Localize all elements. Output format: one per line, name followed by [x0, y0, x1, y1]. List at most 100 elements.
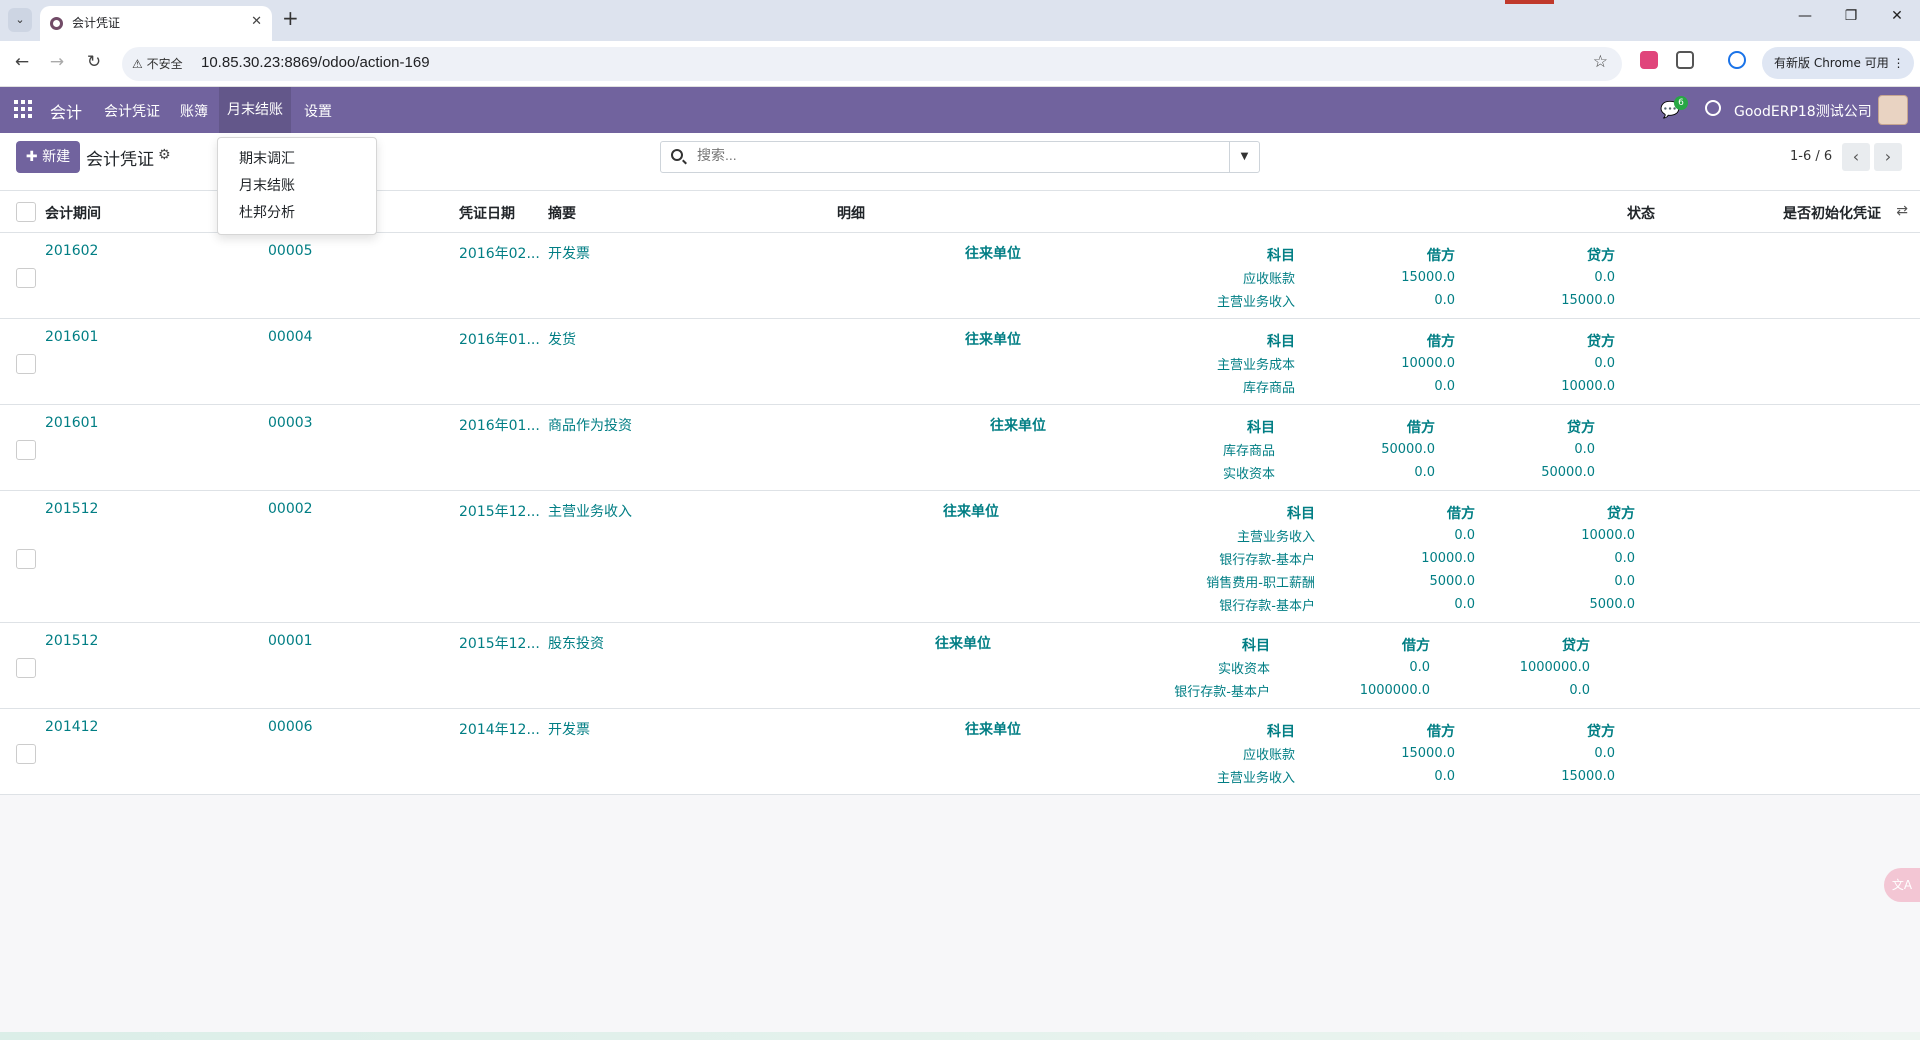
row-checkbox[interactable] [16, 268, 36, 288]
pager-next-icon[interactable]: › [1874, 143, 1902, 171]
summary-cell[interactable]: 股东投资 [548, 633, 604, 653]
detail-line: 主营业务收入 0.0 15000.0 [1135, 289, 1615, 312]
summary-cell[interactable]: 开发票 [548, 243, 590, 263]
window-close-icon[interactable]: ✕ [1882, 8, 1912, 24]
bookmark-star-icon[interactable]: ☆ [1593, 52, 1608, 72]
extension-icon[interactable] [1640, 51, 1658, 69]
extensions-puzzle-icon[interactable] [1676, 51, 1694, 69]
voucher-number-cell[interactable]: 00003 [268, 415, 313, 431]
column-summary[interactable]: 摘要 [548, 203, 576, 223]
line-credit: 5000.0 [1589, 597, 1636, 612]
table-row[interactable]: 201412 00006 2014年12... 开发票 往来单位 科目 借方 贷方 应收账款 15… [0, 709, 1920, 795]
table-row[interactable]: 201602 00005 2016年02... 开发票 往来单位 科目 借方 贷方 应收账款 15… [0, 233, 1920, 319]
translate-icon[interactable]: 文A [1884, 868, 1920, 902]
period-cell[interactable]: 201412 [45, 719, 98, 735]
detail-header-account: 科目 [1287, 505, 1315, 522]
date-cell[interactable]: 2014年12... [459, 719, 540, 739]
period-cell[interactable]: 201601 [45, 415, 98, 431]
detail-line: 实收资本 0.0 1000000.0 [1110, 656, 1590, 679]
summary-cell[interactable]: 发货 [548, 329, 576, 349]
line-account: 银行存款-基本户 [1219, 599, 1315, 614]
select-all-checkbox[interactable] [16, 202, 36, 222]
profile-icon[interactable] [1728, 51, 1746, 69]
column-is-init[interactable]: 是否初始化凭证 [1783, 203, 1881, 223]
row-checkbox[interactable] [16, 354, 36, 374]
menu-month-end[interactable]: 月末结账 [219, 87, 291, 133]
column-detail[interactable]: 明细 [837, 203, 865, 223]
forward-icon[interactable]: → [45, 52, 69, 72]
line-account: 库存商品 [1242, 381, 1295, 396]
summary-cell[interactable]: 开发票 [548, 719, 590, 739]
column-state[interactable]: 状态 [1627, 203, 1655, 223]
search-options-toggle[interactable]: ▼ [1229, 142, 1259, 172]
line-account: 应收账款 [1242, 748, 1295, 763]
line-debit: 0.0 [1454, 597, 1475, 612]
voucher-number-cell[interactable]: 00001 [268, 633, 313, 649]
back-icon[interactable]: ← [10, 52, 34, 72]
app-name[interactable]: 会计 [50, 99, 82, 123]
row-checkbox[interactable] [16, 658, 36, 678]
table-row[interactable]: 201601 00003 2016年01... 商品作为投资 往来单位 科目 借方 贷方 库存商… [0, 405, 1920, 491]
detail-line: 应收账款 15000.0 0.0 [1135, 266, 1615, 289]
reload-icon[interactable]: ↻ [82, 52, 106, 72]
detail-header-account: 科目 [1267, 247, 1295, 264]
date-cell[interactable]: 2016年02... [459, 243, 540, 263]
period-cell[interactable]: 201602 [45, 243, 98, 259]
summary-cell[interactable]: 主营业务收入 [548, 501, 632, 521]
summary-cell[interactable]: 商品作为投资 [548, 415, 632, 435]
company-switcher[interactable]: GoodERP18测试公司 [1734, 101, 1872, 121]
pager-prev-icon[interactable]: ‹ [1842, 143, 1870, 171]
date-cell[interactable]: 2015年12... [459, 633, 540, 653]
voucher-number-cell[interactable]: 00002 [268, 501, 313, 517]
partner-label: 往来单位 [965, 722, 1021, 738]
address-bar[interactable]: ⚠ 不安全 10.85.30.23:8869/odoo/action-169 ☆ [122, 47, 1622, 81]
search-input[interactable] [697, 147, 1197, 163]
date-cell[interactable]: 2016年01... [459, 329, 540, 349]
menu-vouchers[interactable]: 会计凭证 [104, 101, 160, 121]
apps-menu-icon[interactable] [14, 100, 32, 118]
minimize-icon[interactable]: — [1790, 8, 1820, 24]
menu-settings[interactable]: 设置 [304, 101, 332, 121]
url-text[interactable]: 10.85.30.23:8869/odoo/action-169 [201, 54, 430, 71]
user-avatar[interactable] [1878, 95, 1908, 125]
column-period[interactable]: 会计期间 [45, 203, 101, 223]
update-label: 有新版 Chrome 可用 [1774, 56, 1889, 70]
table-row[interactable]: 201512 00002 2015年12... 主营业务收入 往来单位 科目 借方 贷方 主营业… [0, 491, 1920, 623]
chrome-update-button[interactable]: 有新版 Chrome 可用 ⋮ [1762, 47, 1914, 79]
line-credit: 0.0 [1594, 746, 1615, 761]
pager-value[interactable]: 1-6 / 6 [1790, 149, 1832, 164]
activity-clock-icon[interactable] [1705, 100, 1721, 116]
tab-search-icon[interactable]: ⌄ [8, 8, 32, 32]
detail-header-debit: 借方 [1427, 333, 1455, 350]
voucher-number-cell[interactable]: 00004 [268, 329, 313, 345]
voucher-number-cell[interactable]: 00006 [268, 719, 313, 735]
table-row[interactable]: 201601 00004 2016年01... 发货 往来单位 科目 借方 贷方 主营业务成本 1… [0, 319, 1920, 405]
menu-ledgers[interactable]: 账簿 [180, 101, 208, 121]
row-checkbox[interactable] [16, 440, 36, 460]
dropdown-item-fx-adjust[interactable]: 期末调汇 [218, 146, 376, 173]
period-cell[interactable]: 201601 [45, 329, 98, 345]
table-row[interactable]: 201512 00001 2015年12... 股东投资 往来单位 科目 借方 贷方 实收资本 0… [0, 623, 1920, 709]
date-cell[interactable]: 2015年12... [459, 501, 540, 521]
dropdown-item-month-close[interactable]: 月末结账 [218, 173, 376, 200]
insecure-warning[interactable]: ⚠ 不安全 [132, 55, 183, 72]
restore-icon[interactable]: ❐ [1836, 8, 1866, 24]
tab-close-icon[interactable]: ✕ [251, 14, 262, 29]
detail-lines: 科目 借方 贷方 库存商品 50000.0 0.0 实收资本 0.0 50000.0 [1115, 415, 1595, 484]
period-cell[interactable]: 201512 [45, 633, 98, 649]
row-checkbox[interactable] [16, 744, 36, 764]
voucher-number-cell[interactable]: 00005 [268, 243, 313, 259]
dropdown-item-dupont[interactable]: 杜邦分析 [218, 200, 376, 227]
detail-line: 主营业务收入 0.0 15000.0 [1135, 765, 1615, 788]
new-tab-icon[interactable]: + [282, 6, 299, 30]
date-cell[interactable]: 2016年01... [459, 415, 540, 435]
column-date[interactable]: 凭证日期 [459, 203, 515, 223]
line-account: 主营业务收入 [1216, 771, 1295, 786]
period-cell[interactable]: 201512 [45, 501, 98, 517]
row-checkbox[interactable] [16, 549, 36, 569]
search-bar: ▼ [660, 141, 1260, 173]
new-button[interactable]: ✚ 新建 [16, 141, 80, 173]
optional-columns-icon[interactable]: ⇄ [1896, 203, 1908, 219]
gear-icon[interactable]: ⚙ [158, 147, 171, 163]
browser-tab[interactable]: 会计凭证 ✕ [40, 6, 272, 41]
